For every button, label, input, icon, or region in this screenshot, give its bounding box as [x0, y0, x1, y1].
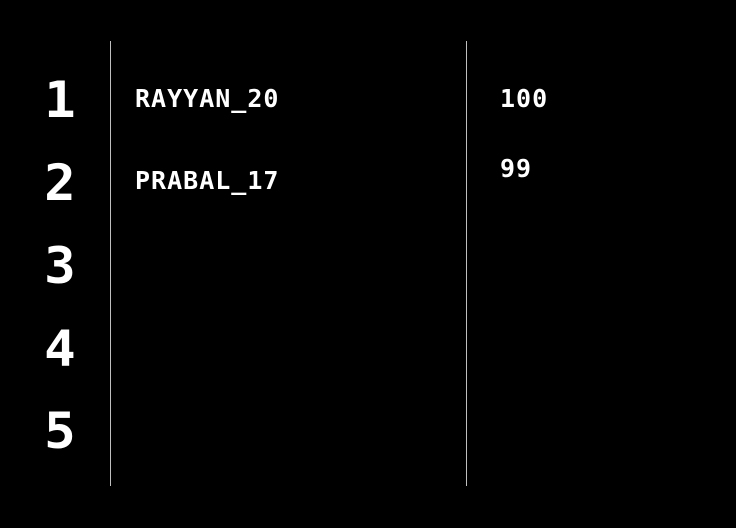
player-name-1: RAYYAN_20	[135, 84, 280, 113]
rank-column-divider	[110, 41, 111, 486]
player-score-2: 99	[500, 154, 533, 183]
player-score-1: 100	[500, 84, 549, 113]
rank-2: 2	[44, 154, 76, 212]
rank-5: 5	[44, 402, 76, 460]
rank-1: 1	[44, 71, 76, 129]
leaderboard: 1 2 3 4 5 RAYYAN_20 PRABAL_17 100 99	[0, 0, 736, 528]
rank-3: 3	[44, 237, 76, 295]
score-column-divider	[466, 41, 467, 486]
rank-4: 4	[44, 320, 76, 378]
player-name-2: PRABAL_17	[135, 166, 280, 195]
